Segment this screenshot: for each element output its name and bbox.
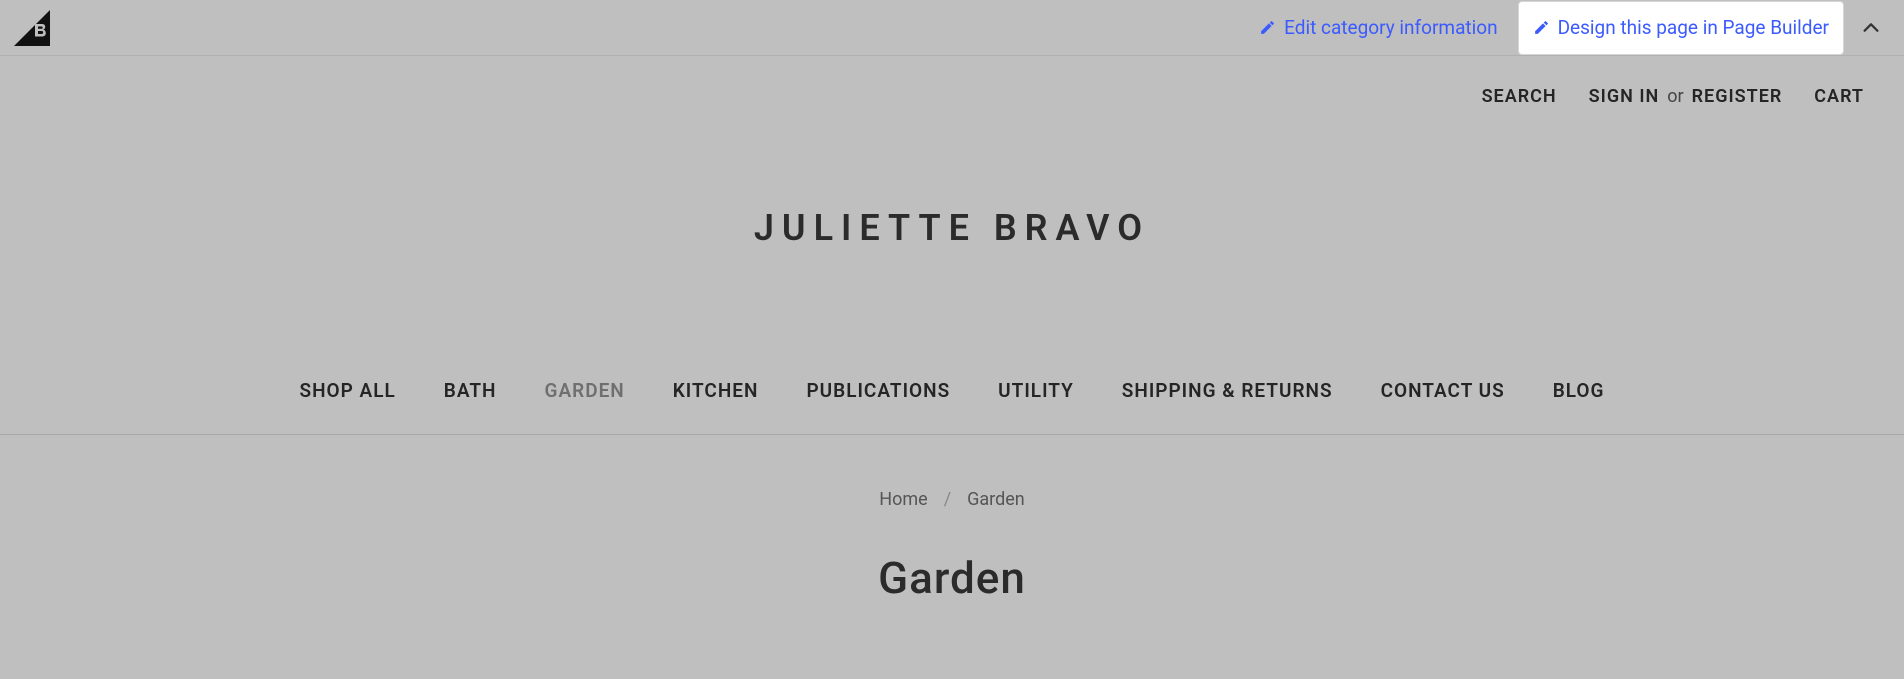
nav-item-contact-us[interactable]: CONTACT US: [1381, 379, 1505, 402]
user-bar: SEARCH SIGN IN or REGISTER CART: [0, 56, 1904, 107]
auth-group: SIGN IN or REGISTER: [1589, 86, 1783, 107]
search-link[interactable]: SEARCH: [1482, 86, 1557, 107]
edit-category-label: Edit category information: [1284, 16, 1497, 39]
nav-item-garden[interactable]: GARDEN: [545, 379, 625, 402]
page-heading: Garden: [0, 552, 1904, 604]
design-page-link[interactable]: Design this page in Page Builder: [1518, 1, 1844, 55]
nav-item-blog[interactable]: BLOG: [1553, 379, 1605, 402]
nav-item-utility[interactable]: UTILITY: [998, 379, 1074, 402]
edit-category-link[interactable]: Edit category information: [1245, 1, 1511, 55]
breadcrumb-separator: /: [944, 489, 951, 510]
nav-item-publications[interactable]: PUBLICATIONS: [806, 379, 950, 402]
sign-in-link[interactable]: SIGN IN: [1589, 86, 1660, 107]
breadcrumb-home[interactable]: Home: [879, 489, 927, 510]
nav-item-shop-all[interactable]: SHOP ALL: [299, 379, 395, 402]
main-nav: SHOP ALL BATH GARDEN KITCHEN PUBLICATIONS UTI…: [0, 379, 1904, 435]
cart-link[interactable]: CART: [1814, 86, 1864, 107]
nav-item-shipping-returns[interactable]: SHIPPING & RETURNS: [1122, 379, 1333, 402]
breadcrumb-current: Garden: [967, 489, 1025, 510]
breadcrumb: Home / Garden: [0, 489, 1904, 510]
register-link[interactable]: REGISTER: [1692, 86, 1783, 107]
site-title[interactable]: JULIETTE BRAVO: [0, 207, 1904, 249]
chevron-up-icon: [1860, 17, 1882, 39]
design-page-label: Design this page in Page Builder: [1558, 16, 1829, 39]
or-separator: or: [1667, 86, 1683, 107]
nav-item-bath[interactable]: BATH: [444, 379, 497, 402]
bigcommerce-logo: [12, 8, 52, 48]
admin-bar: Edit category information Design this pa…: [0, 0, 1904, 56]
collapse-admin-bar-button[interactable]: [1856, 13, 1886, 43]
nav-item-kitchen[interactable]: KITCHEN: [673, 379, 759, 402]
pencil-icon: [1259, 19, 1276, 36]
pencil-icon: [1533, 19, 1550, 36]
